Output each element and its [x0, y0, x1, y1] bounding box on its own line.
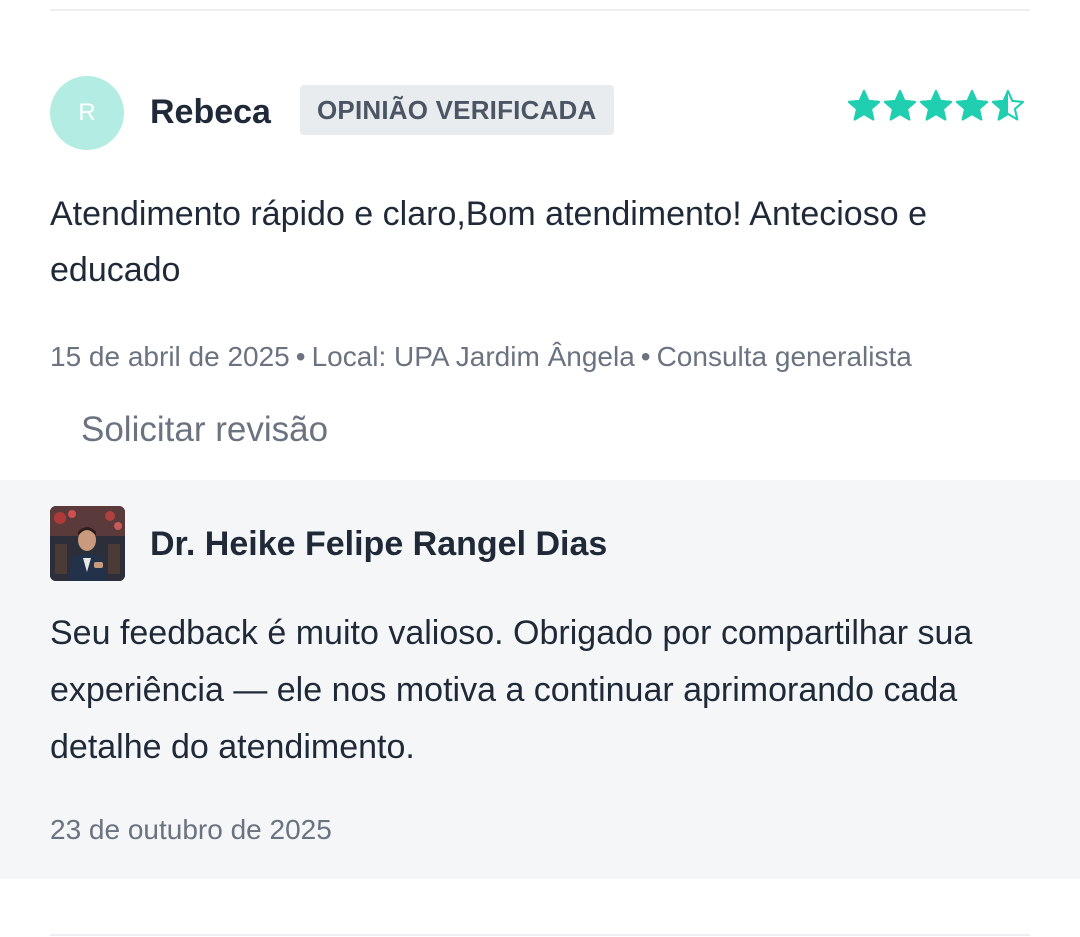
doctor-reply: Dr. Heike Felipe Rangel Dias Seu feedbac…: [0, 480, 1080, 879]
star-filled-icon: [847, 89, 881, 121]
reply-text: Seu feedback é muito valioso. Obrigado p…: [50, 614, 973, 766]
doctor-photo-image: [50, 506, 125, 581]
review-location: Local: UPA Jardim Ângela: [311, 341, 635, 372]
star-filled-icon: [883, 89, 917, 121]
reviewer-name: Rebeca: [150, 93, 271, 131]
doctor-name: Dr. Heike Felipe Rangel Dias: [150, 525, 608, 563]
review-date: 15 de abril de 2025: [50, 341, 290, 372]
meta-separator: •: [640, 341, 651, 372]
verified-badge: OPINIÃO VERIFICADA: [300, 85, 614, 135]
request-review-link[interactable]: Solicitar revisão: [81, 408, 328, 452]
review-service: Consulta generalista: [656, 341, 912, 372]
reply-date: 23 de outubro de 2025: [50, 814, 332, 845]
star-rating: [846, 88, 1026, 124]
star-filled-icon: [955, 89, 989, 121]
review-card: R Rebeca OPINIÃO VERIFICADA Atendimento …: [0, 0, 1080, 480]
review-text: Atendimento rápido e claro,Bom atendimen…: [50, 195, 927, 289]
avatar: R: [50, 76, 124, 150]
doctor-avatar: [50, 506, 125, 581]
star-half-icon: [991, 89, 1025, 121]
bottom-divider: [50, 934, 1030, 936]
meta-separator: •: [295, 341, 306, 372]
star-filled-icon: [919, 89, 953, 121]
avatar-initial: R: [78, 99, 96, 126]
review-meta: 15 de abril de 2025 • Local: UPA Jardim Ân…: [50, 340, 912, 374]
